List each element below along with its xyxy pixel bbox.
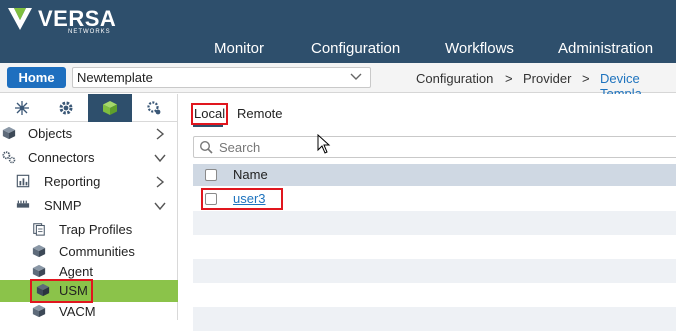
chevron-down-icon[interactable] bbox=[154, 200, 166, 212]
sidebar-tabs bbox=[0, 94, 178, 122]
sidebar-item-usm[interactable]: USM bbox=[0, 279, 178, 303]
sidebar-item-label: Objects bbox=[28, 126, 73, 141]
versa-logo[interactable]: VERSA NETWORKS bbox=[6, 4, 136, 36]
cube-icon bbox=[103, 101, 117, 115]
tab-settings[interactable] bbox=[44, 94, 88, 122]
sidebar: Objects Connectors Reporting SNMP Trap P… bbox=[0, 94, 178, 320]
breadcrumb-configuration[interactable]: Configuration bbox=[416, 71, 493, 86]
sidebar-item-label: SNMP bbox=[44, 198, 82, 213]
gears-icon bbox=[2, 151, 16, 164]
versa-logo-icon bbox=[8, 8, 32, 30]
tab-remote[interactable]: Remote bbox=[237, 106, 283, 121]
breadcrumb-provider[interactable]: Provider bbox=[523, 71, 571, 86]
sidebar-item-label: Connectors bbox=[28, 150, 95, 165]
table-header: Name bbox=[193, 164, 676, 186]
sidebar-item-label: Reporting bbox=[44, 174, 101, 189]
chevron-right-icon[interactable] bbox=[154, 128, 166, 140]
table-row-empty bbox=[193, 259, 676, 283]
cube-icon bbox=[32, 264, 46, 278]
home-button[interactable]: Home bbox=[7, 67, 66, 88]
sidebar-item-label: Trap Profiles bbox=[59, 222, 133, 237]
tab-network-settings[interactable] bbox=[132, 94, 176, 122]
table-row-empty bbox=[193, 283, 676, 307]
sidebar-item-label: VACM bbox=[59, 304, 96, 319]
nav-workflows[interactable]: Workflows bbox=[445, 40, 514, 57]
usm-highlight-box bbox=[30, 279, 93, 303]
brand-sub: NETWORKS bbox=[68, 29, 111, 35]
cube-icon bbox=[32, 244, 46, 258]
ethernet-icon bbox=[16, 200, 30, 208]
sidebar-item-label: Communities bbox=[59, 244, 135, 259]
network-icon bbox=[15, 101, 29, 115]
tab-network[interactable] bbox=[0, 94, 44, 122]
search-placeholder: Search bbox=[219, 140, 261, 155]
table-row-empty bbox=[193, 211, 676, 235]
sidebar-item-reporting[interactable]: Reporting bbox=[0, 171, 178, 193]
user3-highlight-box bbox=[201, 188, 283, 210]
column-header-name[interactable]: Name bbox=[233, 167, 268, 182]
cube-icon bbox=[2, 126, 16, 140]
sidebar-item-objects[interactable]: Objects bbox=[0, 123, 178, 145]
mouse-cursor-icon bbox=[317, 134, 331, 154]
breadcrumb-separator: > bbox=[582, 71, 590, 86]
cube-icon bbox=[32, 304, 46, 318]
template-select-value: Newtemplate bbox=[77, 70, 153, 85]
nav-administration[interactable]: Administration bbox=[558, 40, 653, 57]
top-bar: VERSA NETWORKS Monitor Configuration Wor… bbox=[0, 0, 676, 63]
search-icon bbox=[199, 140, 213, 154]
template-select[interactable]: Newtemplate bbox=[72, 67, 371, 88]
nav-monitor[interactable]: Monitor bbox=[214, 40, 264, 57]
document-icon bbox=[33, 223, 45, 236]
breadcrumb-separator: > bbox=[505, 71, 513, 86]
sidebar-item-label: Agent bbox=[59, 264, 93, 279]
sidebar-item-snmp[interactable]: SNMP bbox=[0, 195, 178, 217]
chevron-down-icon[interactable] bbox=[154, 152, 166, 164]
active-tab-indicator bbox=[193, 125, 223, 127]
table-row[interactable]: user3 bbox=[193, 187, 676, 211]
report-icon bbox=[16, 174, 30, 188]
nav-configuration[interactable]: Configuration bbox=[311, 40, 400, 57]
tab-objects[interactable] bbox=[88, 94, 132, 122]
sidebar-item-communities[interactable]: Communities bbox=[0, 241, 178, 263]
gear-icon bbox=[59, 101, 73, 115]
settings-network-icon bbox=[147, 101, 161, 115]
select-all-checkbox[interactable] bbox=[205, 169, 217, 181]
search-input[interactable]: Search bbox=[193, 136, 676, 158]
sidebar-item-connectors[interactable]: Connectors bbox=[0, 147, 178, 169]
sidebar-item-trap-profiles[interactable]: Trap Profiles bbox=[0, 219, 178, 241]
chevron-down-icon bbox=[350, 73, 362, 80]
toolbar: Home Newtemplate Configuration > Provide… bbox=[0, 63, 676, 101]
local-tab-highlight-box bbox=[191, 103, 228, 125]
table-row-empty bbox=[193, 307, 676, 331]
chevron-right-icon[interactable] bbox=[154, 176, 166, 188]
table-row-empty bbox=[193, 235, 676, 259]
main-panel: Local Remote Search Name user3 bbox=[179, 94, 676, 331]
